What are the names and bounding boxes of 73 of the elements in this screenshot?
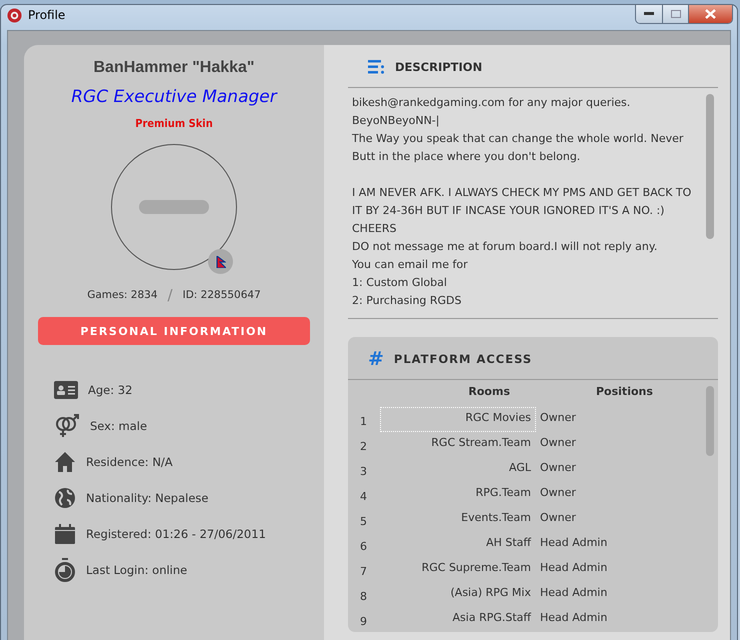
separator: / [168, 286, 173, 304]
info-text: Last Login: online [86, 562, 188, 576]
scrollbar[interactable] [706, 94, 714, 239]
room-cell[interactable]: RPG.Team [380, 482, 536, 507]
room-cell[interactable]: Events.Team [380, 507, 536, 532]
room-cell[interactable]: RGC Movies [380, 407, 536, 432]
row-number: 2 [359, 439, 368, 455]
flag-badge [208, 249, 233, 274]
row-number: 5 [359, 514, 368, 530]
row-number: 6 [359, 539, 368, 555]
info-text: Registered: 01:26 - 27/06/2011 [86, 526, 266, 540]
close-button[interactable] [688, 5, 732, 23]
minimize-icon [644, 12, 654, 16]
maximize-button[interactable] [662, 5, 688, 23]
room-cell[interactable]: RGC Supreme.Team [380, 557, 536, 582]
position-cell-text: Owner [539, 410, 577, 426]
description-line: CHEERS [352, 221, 398, 237]
position-cell-text: Owner [539, 435, 577, 451]
description-line: DO not message me at forum board.I will not reply any. [352, 239, 658, 255]
room-cell[interactable]: AH Staff [380, 532, 536, 557]
row-number: 7 [359, 564, 368, 580]
description-line: IT BY 24-36H BUT IF INCASE YOUR IGNORED IT'S A NO. :) [352, 203, 666, 219]
info-text: Nationality: Nepalese [86, 490, 208, 504]
skin-label: Premium Skin [135, 117, 213, 130]
row-number: 4 [359, 489, 368, 505]
globe-icon [54, 486, 76, 508]
calendar-icon [54, 522, 76, 544]
position-cell-text: Head Admin [539, 610, 608, 626]
position-cell-text: Owner [539, 460, 577, 476]
description-line: I AM NEVER AFK. I ALWAYS CHECK MY PMS AND GET BACK TO [352, 185, 692, 201]
position-cell-text: Head Admin [539, 560, 608, 576]
user-id: ID: 228550647 [182, 289, 261, 301]
room-cell[interactable]: Asia RPG.Staff [380, 607, 536, 632]
info-text: Sex: male [90, 418, 148, 432]
info-text: Residence: N/A [86, 454, 173, 468]
description-line: 2: Purchasing RGDS [352, 293, 463, 309]
scrollbar[interactable] [706, 386, 714, 456]
description-line: BeyoNBeyoNN-| [352, 113, 440, 129]
id-card-icon [54, 380, 78, 398]
window-title: Profile [28, 8, 66, 22]
house-icon [54, 450, 76, 472]
list-icon [368, 60, 385, 74]
user-name: BanHammer "Hakka" [93, 59, 255, 77]
user-rank: RGC Executive Manager [71, 87, 277, 107]
gender-icon [54, 412, 80, 438]
position-cell-text: Owner [539, 485, 577, 501]
minimize-button[interactable] [636, 5, 662, 23]
position-cell-text: Head Admin [539, 535, 608, 551]
row-number: 1 [359, 414, 368, 430]
row-number: 3 [359, 464, 368, 480]
column-header: Positions [595, 384, 654, 400]
description-line: 1: Custom Global [352, 275, 448, 291]
hash-icon: # [368, 348, 384, 370]
description-line: Butt in the place where you don't belong. [352, 149, 582, 165]
games-count: Games: 2834 [87, 289, 158, 301]
room-cell[interactable]: (Asia) RPG Mix [380, 582, 536, 607]
stopwatch-icon [54, 558, 76, 582]
description-heading: DESCRIPTION [395, 60, 482, 74]
close-icon [705, 9, 716, 19]
room-cell[interactable]: RGC Stream.Team [380, 432, 536, 457]
platform-access-heading: PLATFORM ACCESS [394, 352, 532, 366]
description-line: bikesh@rankedgaming.com for any major queries. [352, 95, 632, 111]
maximize-icon [670, 10, 680, 18]
description-line: You can email me for [352, 257, 469, 273]
column-header: Rooms [467, 384, 511, 400]
row-number: 9 [359, 614, 368, 630]
row-number: 8 [359, 589, 368, 605]
app-logo-icon [7, 8, 22, 22]
position-cell-text: Owner [539, 510, 577, 526]
description-line: The Way you speak that can change the whole world. Never [352, 131, 684, 147]
position-cell-text: Head Admin [539, 585, 608, 601]
room-cell[interactable]: AGL [380, 457, 536, 482]
info-text: Age: 32 [88, 382, 132, 396]
